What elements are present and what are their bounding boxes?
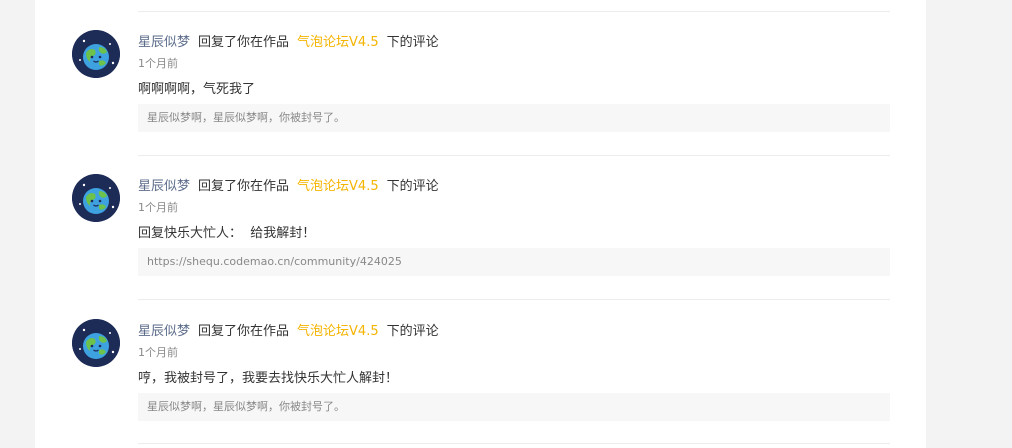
quoted-comment[interactable]: 星辰似梦啊，星辰似梦啊，你被封号了。 — [138, 393, 890, 421]
notification-header: 星辰似梦 回复了你在作品 气泡论坛V4.5 下的评论 — [138, 31, 439, 50]
notification-item: 星辰似梦 回复了你在作品 气泡论坛V4.5 下的评论 1个月前 哼，我被封号了，我要去… — [0, 289, 1012, 433]
timestamp: 1个月前 — [138, 57, 178, 70]
action-suffix-text: 下的评论 — [386, 35, 439, 50]
divider — [138, 443, 890, 444]
quoted-comment[interactable]: https://shequ.codemao.cn/community/42402… — [138, 248, 890, 276]
action-suffix-text: 下的评论 — [386, 324, 439, 339]
notification-header: 星辰似梦 回复了你在作品 气泡论坛V4.5 下的评论 — [138, 175, 439, 194]
action-prefix-text: 回复了你在作品 — [198, 179, 290, 194]
earth-avatar-icon[interactable] — [72, 319, 120, 367]
timestamp: 1个月前 — [138, 201, 178, 214]
work-title-link[interactable]: 气泡论坛V4.5 — [297, 324, 379, 339]
notification-item: 星辰似梦 回复了你在作品 气泡论坛V4.5 下的评论 1个月前 回复快乐大忙人： 给我… — [0, 144, 1012, 288]
quoted-comment[interactable]: 星辰似梦啊，星辰似梦啊，你被封号了。 — [138, 104, 890, 132]
reply-content: 哼，我被封号了，我要去找快乐大忙人解封！ — [138, 371, 399, 386]
earth-avatar-icon[interactable] — [72, 30, 120, 78]
username-link[interactable]: 星辰似梦 — [138, 324, 190, 339]
username-link[interactable]: 星辰似梦 — [138, 35, 190, 50]
action-prefix-text: 回复了你在作品 — [198, 324, 290, 339]
action-prefix-text: 回复了你在作品 — [198, 35, 290, 50]
timestamp: 1个月前 — [138, 346, 178, 359]
notification-item: 星辰似梦 回复了你在作品 气泡论坛V4.5 下的评论 1个月前 啊啊啊啊，气死我了 星… — [0, 0, 1012, 144]
notification-header: 星辰似梦 回复了你在作品 气泡论坛V4.5 下的评论 — [138, 320, 439, 339]
work-title-link[interactable]: 气泡论坛V4.5 — [297, 35, 379, 50]
username-link[interactable]: 星辰似梦 — [138, 179, 190, 194]
action-suffix-text: 下的评论 — [386, 179, 439, 194]
work-title-link[interactable]: 气泡论坛V4.5 — [297, 179, 379, 194]
reply-content: 回复快乐大忙人： 给我解封！ — [138, 226, 316, 241]
reply-content: 啊啊啊啊，气死我了 — [138, 82, 256, 97]
earth-avatar-icon[interactable] — [72, 174, 120, 222]
